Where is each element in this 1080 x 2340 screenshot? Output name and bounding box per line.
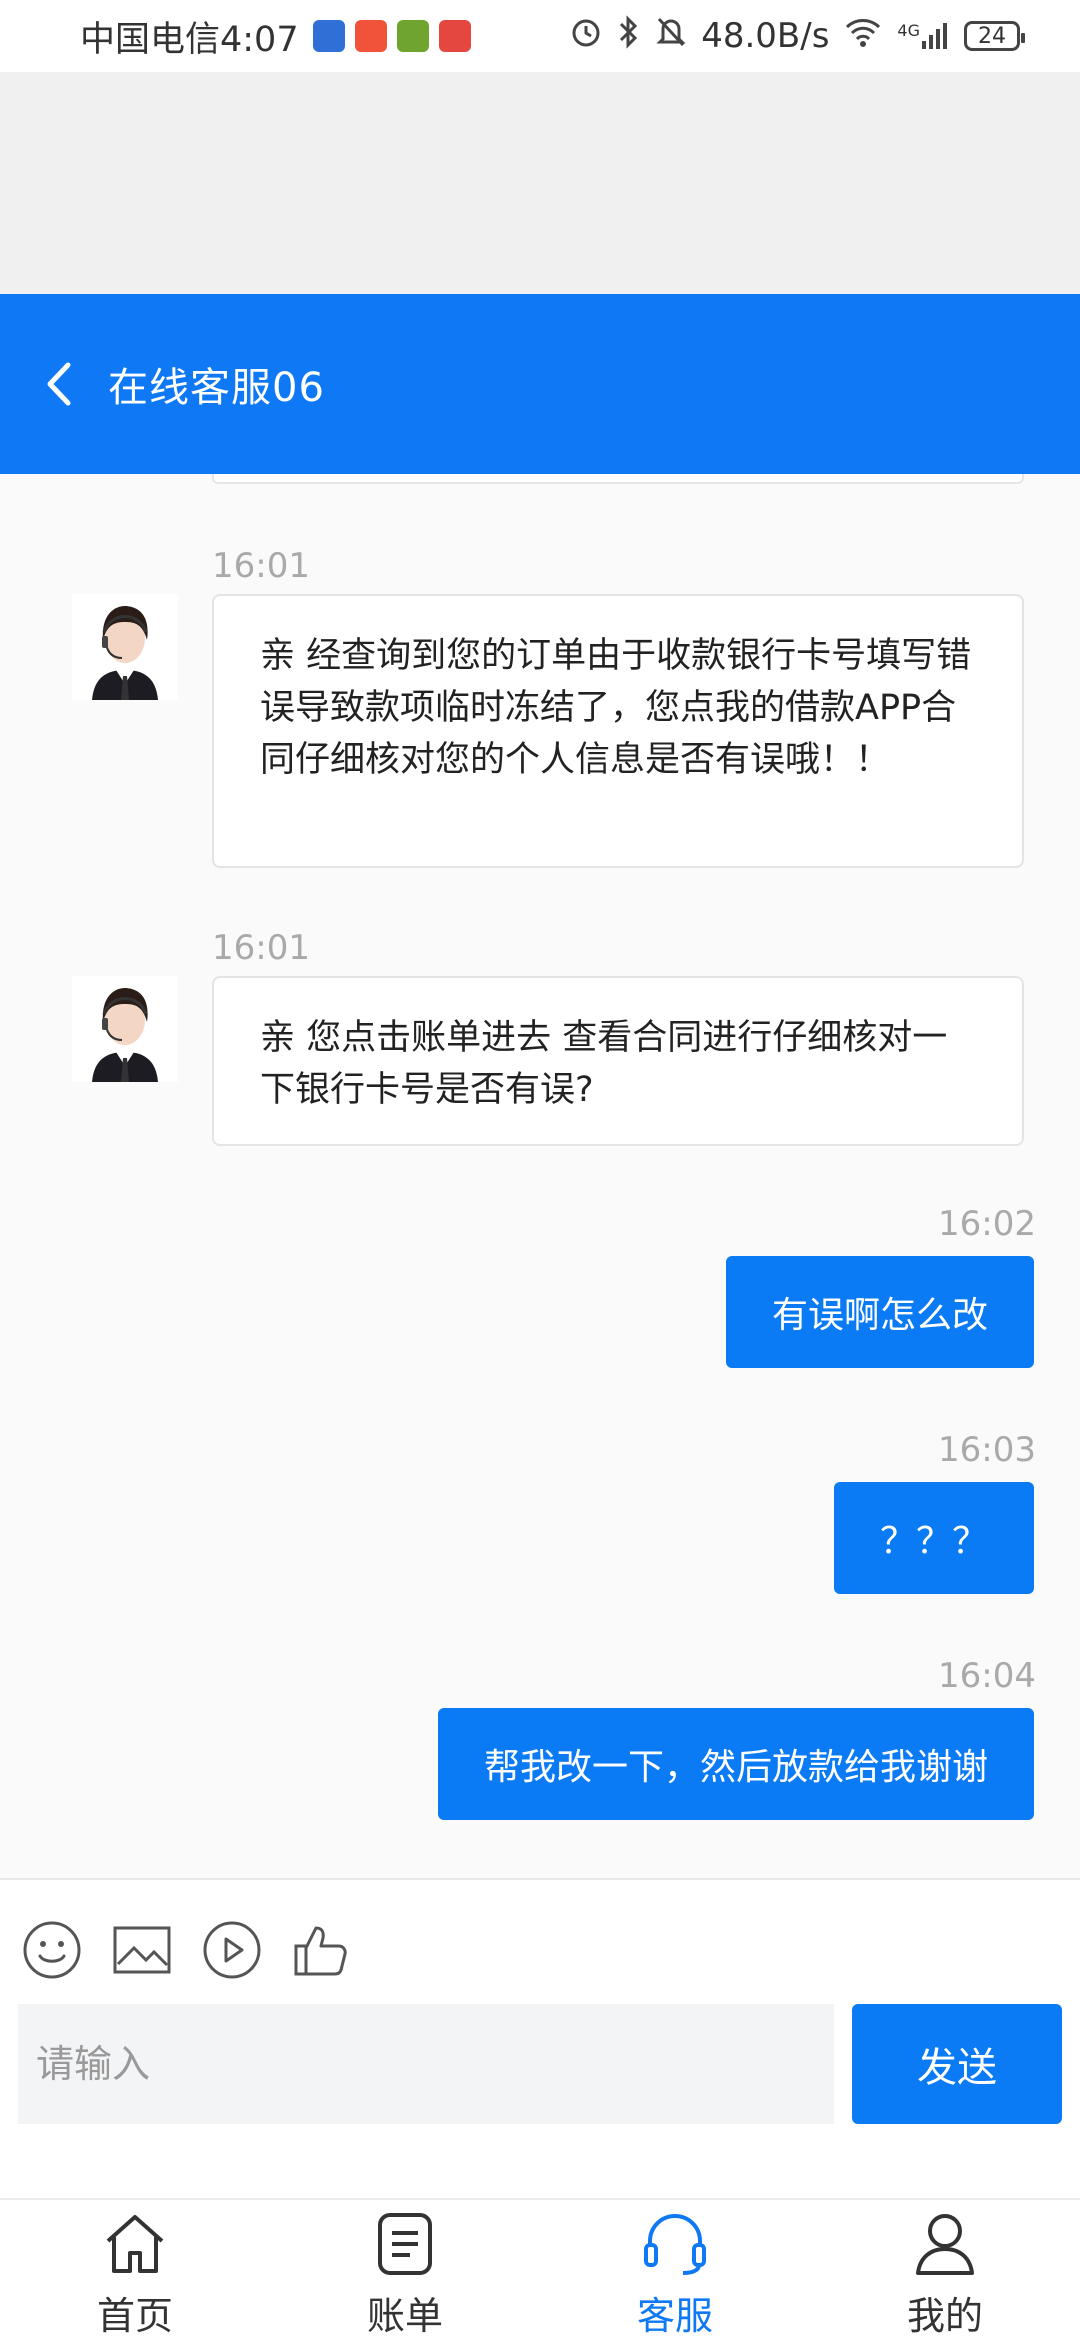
nav-label: 我的 — [906, 2294, 983, 2338]
video-icon[interactable] — [202, 1920, 262, 1980]
nav-label: 客服 — [636, 2294, 713, 2338]
nav-label: 账单 — [366, 2294, 443, 2338]
emoji-icon[interactable] — [22, 1920, 82, 1980]
message-text: 有误啊怎么改 — [771, 1295, 988, 1336]
agent-avatar — [72, 976, 178, 1082]
network-speed: 48.0B/s — [701, 16, 830, 56]
message-text: 帮我改一下，然后放款给我谢谢 — [483, 1747, 988, 1788]
wifi-icon — [843, 15, 883, 58]
message-input[interactable] — [18, 2004, 834, 2124]
outgoing-message-bubble: 帮我改一下，然后放款给我谢谢 — [437, 1708, 1034, 1820]
message-text: 亲 经查询到您的订单由于收款银行卡号填写错误导致款项临时冻结了，您点我的借款AP… — [260, 636, 972, 780]
mute-icon — [655, 15, 687, 58]
message-timestamp: 16:01 — [212, 928, 310, 968]
carrier-time: 中国电信4:07 — [80, 19, 299, 60]
previous-message-bubble — [212, 474, 1024, 484]
image-icon[interactable] — [112, 1920, 172, 1980]
status-right: 48.0B/s 4G 24 — [569, 14, 1025, 58]
nav-item-mine[interactable]: 我的 — [810, 2200, 1080, 2340]
page-title: 在线客服06 — [108, 365, 325, 411]
notification-app-icon — [354, 20, 387, 52]
nav-item-home[interactable]: 首页 — [0, 2200, 270, 2340]
composer: 发送 — [0, 1878, 1080, 2198]
battery-level: 24 — [978, 23, 1006, 49]
alarm-icon — [569, 15, 603, 58]
nav-item-service[interactable]: 客服 — [540, 2200, 810, 2340]
status-bar: 中国电信4:07 48.0B/s 4G 24 — [0, 0, 1080, 72]
bluetooth-icon — [617, 14, 641, 58]
chat-messages[interactable]: 16:01 亲 经查询到您的订单由于收款银行卡号填写错误导致款项临时冻结了，您点… — [0, 474, 1080, 1878]
battery-icon: 24 — [964, 21, 1025, 51]
nav-label: 首页 — [96, 2294, 173, 2338]
network-type: 4G — [897, 21, 920, 40]
nav-item-bill[interactable]: 账单 — [270, 2200, 540, 2340]
send-button[interactable]: 发送 — [852, 2004, 1062, 2124]
chat-page: 中国电信4:07 48.0B/s 4G 24 在线客服06 16:01 亲 经查… — [0, 0, 1080, 2340]
message-timestamp: 16:03 — [938, 1430, 1036, 1470]
webview-gap — [0, 72, 1080, 294]
notification-app-icon — [396, 20, 429, 52]
signal-icon: 4G — [897, 21, 950, 51]
incoming-message-bubble: 亲 您点击账单进去 查看合同进行仔细核对一下银行卡号是否有误? — [212, 976, 1024, 1146]
notification-icons — [312, 20, 471, 52]
notification-app-icon — [438, 20, 471, 52]
home-icon — [97, 2208, 173, 2279]
notification-app-icon — [312, 20, 345, 52]
message-timestamp: 16:01 — [212, 546, 310, 586]
incoming-message-bubble: 亲 经查询到您的订单由于收款银行卡号填写错误导致款项临时冻结了，您点我的借款AP… — [212, 594, 1024, 868]
message-timestamp: 16:04 — [938, 1656, 1036, 1696]
agent-avatar — [72, 594, 178, 700]
message-timestamp: 16:02 — [938, 1204, 1036, 1244]
bottom-nav: 首页 账单 客服 我的 — [0, 2198, 1080, 2340]
headset-icon — [637, 2208, 713, 2279]
chat-header: 在线客服06 — [0, 294, 1080, 474]
composer-toolbar — [22, 1920, 352, 1980]
outgoing-message-bubble: 有误啊怎么改 — [725, 1256, 1034, 1368]
thumbs-up-icon[interactable] — [292, 1920, 352, 1980]
user-icon — [907, 2208, 983, 2279]
message-text: ？？？ — [879, 1521, 988, 1562]
message-text: 亲 您点击账单进去 查看合同进行仔细核对一下银行卡号是否有误? — [260, 1018, 948, 1110]
back-chevron-icon[interactable] — [44, 354, 84, 414]
bill-icon — [367, 2208, 443, 2279]
outgoing-message-bubble: ？？？ — [833, 1482, 1034, 1594]
